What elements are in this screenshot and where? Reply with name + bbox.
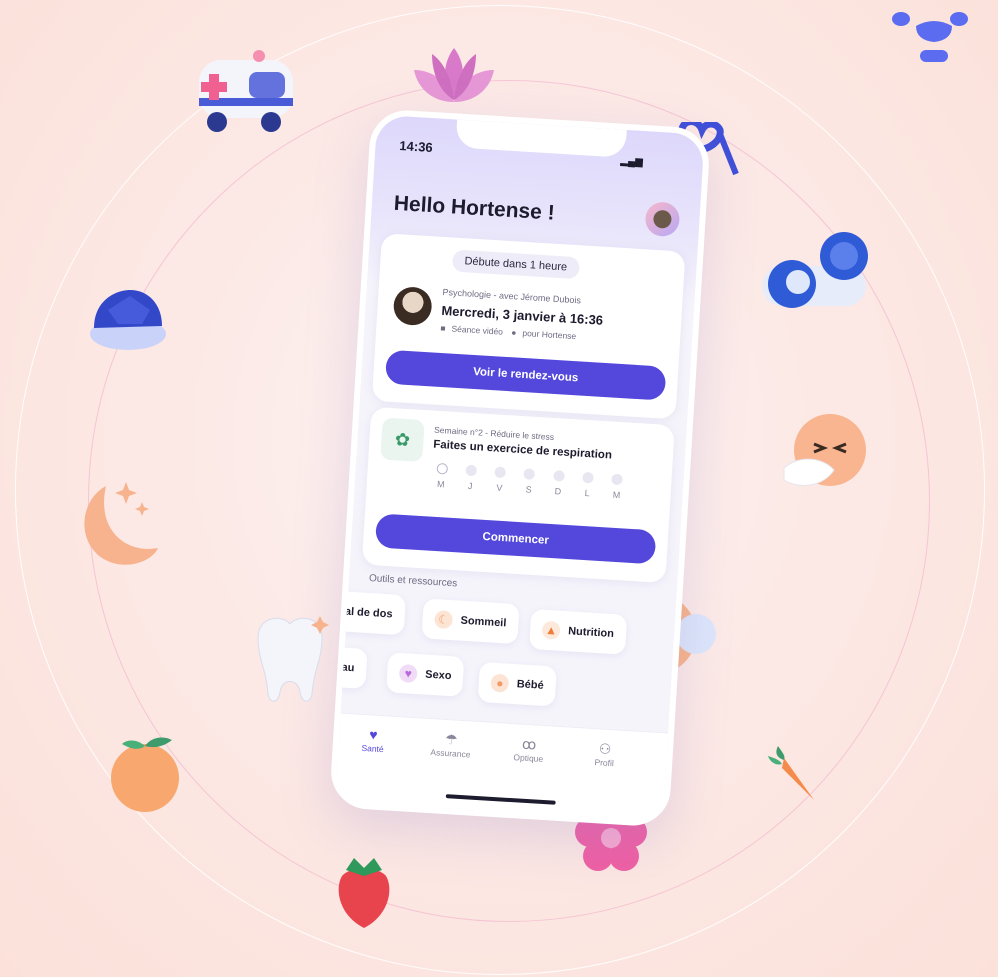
tab-optique[interactable]: ꝏ Optique [498,733,560,765]
tool-chip-baby[interactable]: ● Bébé [477,661,557,707]
tool-label: Nutrition [567,625,615,641]
appointment-badge: Débute dans 1 heure [451,249,580,280]
brand-logo [892,12,972,72]
signal-icon: ▂▄▆ [620,155,644,168]
lotus-tile-icon: ✿ [380,417,425,463]
day-item[interactable]: M [429,462,455,490]
tab-sante[interactable]: ♥ Santé [342,724,404,756]
carrot-small-icon: ▲ [541,620,561,640]
video-icon: ■ [440,322,446,334]
exercise-card: ✿ Semaine n°2 - Réduire le stress Faites… [361,406,675,584]
doctor-avatar [392,286,433,327]
tool-label: al de dos [344,605,393,621]
appointment-type: Psychologie - avec Jérome Dubois [442,286,582,306]
tool-label: Bébé [516,678,545,692]
person-icon: ● [510,327,517,338]
sneezing-face-icon [783,414,866,486]
contact-lens-case-icon [762,232,868,308]
tool-chip-sleep[interactable]: ☾ Sommeil [421,598,520,645]
carrot-icon [768,746,814,800]
tool-chip-back-pain[interactable]: al de dos [331,590,406,636]
day-item[interactable]: L [575,471,601,498]
brand-face-icon [916,21,952,62]
appointment-card: Débute dans 1 heure Psychologie - avec J… [371,233,686,420]
heart-small-icon: ♥ [398,664,418,684]
moon-small-icon: ☾ [434,610,454,630]
day-item[interactable]: M [604,473,630,500]
exercise-title: Faites un exercice de respiration [432,438,613,462]
tools-section-title: Outils et ressources [368,572,458,590]
tool-label: Sexo [424,668,452,683]
day-item[interactable]: J [458,464,484,491]
day-item[interactable]: S [516,468,542,495]
status-time: 14:36 [399,138,434,156]
tool-chip-nutrition[interactable]: ▲ Nutrition [528,608,628,655]
tool-label: eau [335,661,355,675]
start-button[interactable]: Commencer [374,513,657,565]
baby-icon: ● [490,673,510,693]
phone-mockup: 14:36 ▂▄▆ Hello Hortense ! Débute dans 1… [328,108,712,828]
home-indicator [445,794,556,805]
day-tracker: M J V S D L M [429,462,630,501]
moon-icon [84,482,158,565]
tooth-icon [257,616,329,702]
tab-profil[interactable]: ⚇ Profil [574,738,636,770]
shell-icon [90,290,166,350]
peach-icon [111,737,179,812]
view-appointment-button[interactable]: Voir le rendez-vous [384,349,667,401]
tool-chip-sexo[interactable]: ♥ Sexo [386,652,465,697]
phone-screen: 14:36 ▂▄▆ Hello Hortense ! Débute dans 1… [328,108,712,828]
ambulance-icon [199,50,293,132]
appointment-for: pour Hortense [522,327,577,342]
lotus-icon [414,48,494,102]
day-item[interactable]: D [546,470,572,497]
appointment-meta: ■ Séance vidéo ● pour Hortense [440,323,582,342]
strawberry-icon [338,858,390,928]
tool-label: Sommeil [460,614,507,630]
day-item[interactable]: V [487,466,513,493]
appointment-mode: Séance vidéo [451,323,504,337]
tab-assurance[interactable]: ☂ Assurance [420,728,482,760]
bottom-tab-bar: ♥ Santé ☂ Assurance ꝏ Optique ⚇ Profil [335,712,669,822]
